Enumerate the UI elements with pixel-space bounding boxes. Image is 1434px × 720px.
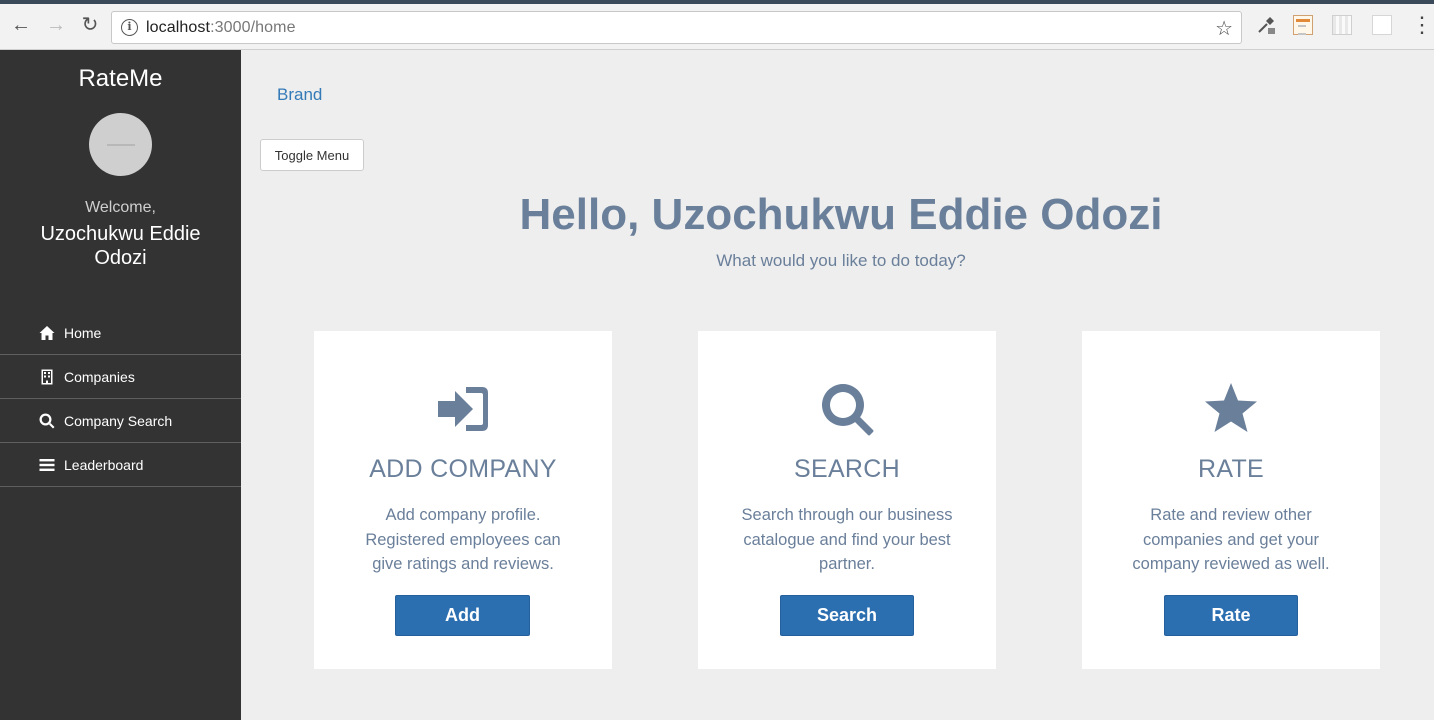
sidebar-item-company-search[interactable]: Company Search: [0, 399, 241, 443]
rate-card: RATE Rate and review other companies and…: [1082, 331, 1380, 669]
card-description: Search through our business catalogue an…: [741, 506, 953, 573]
grid-extension-icon[interactable]: [1332, 15, 1352, 35]
search-icon: [38, 412, 56, 430]
avatar: [89, 113, 152, 176]
sidebar-app-title: RateMe: [78, 65, 163, 92]
sidebar-item-label: Companies: [64, 368, 135, 385]
eyedropper-extension-icon[interactable]: [1256, 15, 1276, 35]
url-path: :3000/home: [210, 19, 296, 36]
sidebar-item-home[interactable]: Home: [0, 311, 241, 355]
rate-button[interactable]: Rate: [1164, 595, 1298, 636]
card-title: SEARCH: [794, 455, 900, 483]
building-icon: [38, 368, 56, 386]
search-card: SEARCH Search through our business catal…: [698, 331, 996, 669]
sidebar-nav: Home Companies Company Search Leaderboar…: [0, 311, 241, 487]
calendar-extension-icon[interactable]: [1293, 15, 1313, 35]
add-button[interactable]: Add: [395, 595, 530, 636]
url-host: localhost: [146, 19, 211, 36]
address-bar[interactable]: i localhost:3000/home ☆: [111, 11, 1242, 44]
page-subtitle: What would you like to do today?: [716, 251, 966, 270]
welcome-label: Welcome,: [85, 199, 156, 216]
sidebar-item-leaderboard[interactable]: Leaderboard: [0, 443, 241, 487]
sidebar-item-companies[interactable]: Companies: [0, 355, 241, 399]
browser-tab-strip: [0, 0, 1434, 4]
sidebar-user-name: Uzochukwu Eddie Odozi: [40, 223, 201, 269]
browser-toolbar: ← → ↻ i localhost:3000/home ☆ ⋮: [0, 0, 1434, 50]
page-title: Hello, Uzochukwu Eddie Odozi: [519, 190, 1163, 239]
bars-icon: [38, 456, 56, 474]
sign-in-icon: [314, 381, 612, 437]
browser-menu-icon[interactable]: ⋮: [1411, 12, 1433, 38]
search-icon: [698, 381, 996, 437]
forward-arrow-icon[interactable]: →: [45, 14, 67, 36]
sidebar-item-label: Leaderboard: [64, 456, 144, 473]
card-description: Rate and review other companies and get …: [1132, 506, 1330, 573]
toggle-menu-button[interactable]: Toggle Menu: [260, 139, 364, 171]
card-title: ADD COMPANY: [369, 455, 557, 483]
add-company-card: ADD COMPANY Add company profile. Registe…: [314, 331, 612, 669]
star-icon: [1082, 381, 1380, 437]
card-title: RATE: [1197, 455, 1265, 483]
card-description: Add company profile. Registered employee…: [365, 506, 561, 573]
sidebar-item-label: Home: [64, 324, 102, 341]
blank-extension-icon[interactable]: [1372, 15, 1392, 35]
info-icon[interactable]: i: [121, 19, 138, 36]
search-button[interactable]: Search: [780, 595, 914, 636]
sidebar: RateMe Welcome, Uzochukwu Eddie Odozi Ho…: [0, 50, 241, 720]
back-arrow-icon[interactable]: ←: [10, 14, 32, 36]
home-icon: [38, 324, 56, 342]
bookmark-star-icon[interactable]: ☆: [1215, 16, 1233, 41]
sidebar-item-label: Company Search: [64, 412, 173, 429]
reload-icon[interactable]: ↻: [79, 14, 101, 36]
url-text: localhost:3000/home: [146, 19, 296, 37]
navbar-brand-link[interactable]: Brand: [277, 85, 322, 105]
